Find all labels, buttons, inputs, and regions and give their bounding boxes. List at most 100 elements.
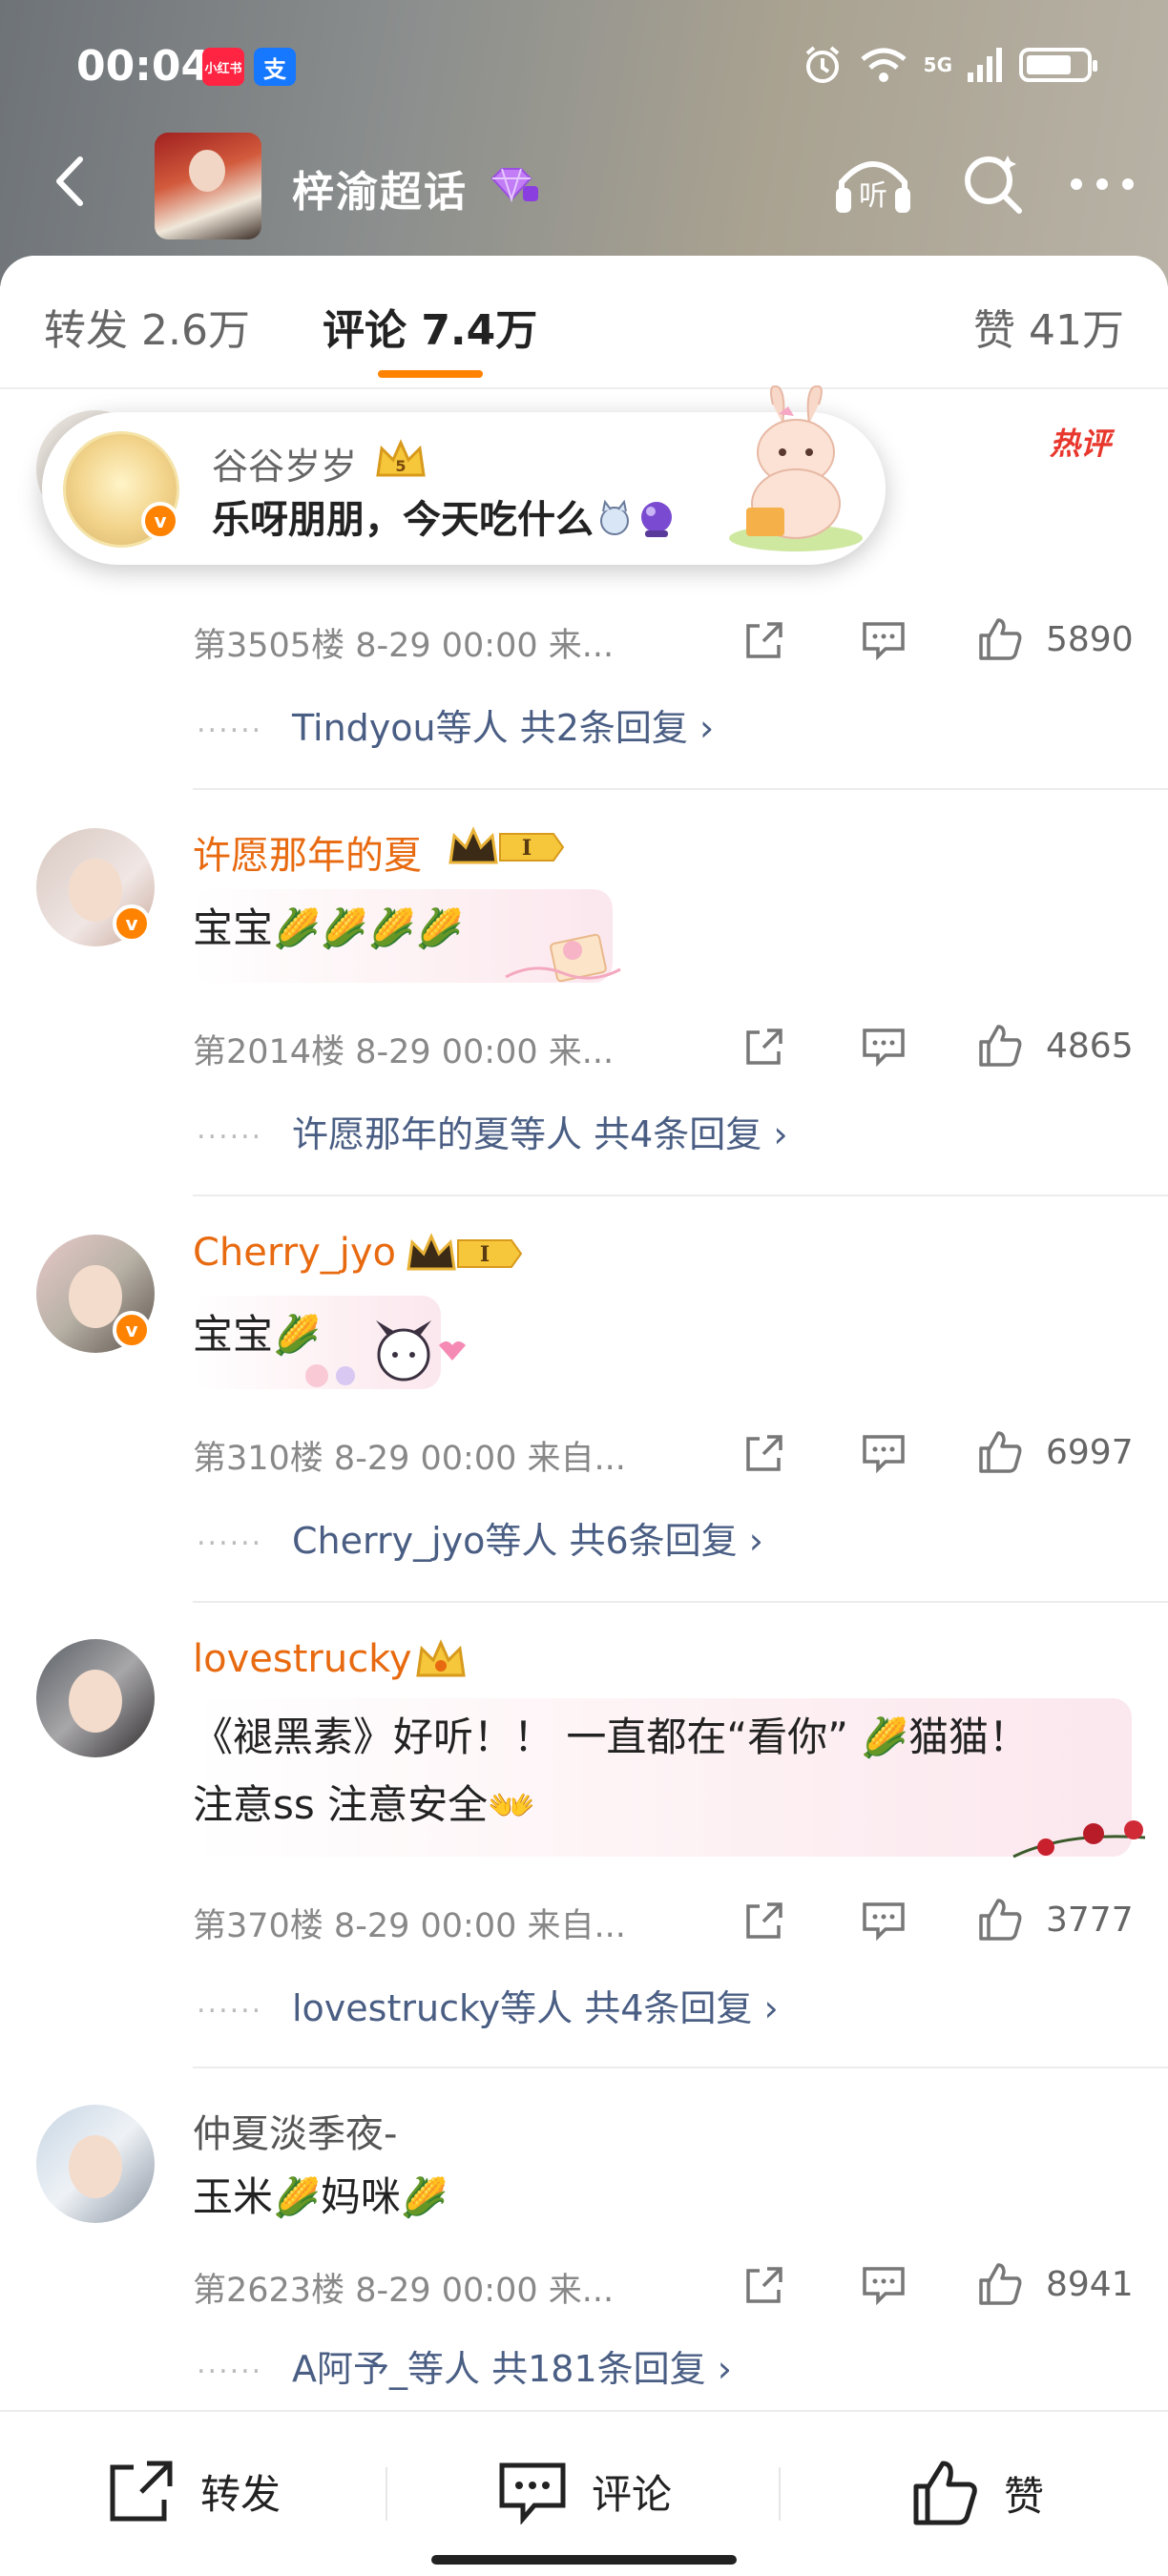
tab-like[interactable]: 赞 41万 — [973, 296, 1124, 357]
repost-icon[interactable] — [742, 618, 786, 662]
rose-sticker-icon — [1012, 1820, 1146, 1859]
repost-icon[interactable] — [742, 1899, 786, 1942]
toast-message: 乐呀朋朋，今天吃什么 — [212, 488, 678, 544]
svg-text:I: I — [480, 1242, 490, 1267]
open-hands-icon: 👐 — [488, 1784, 535, 1828]
repost-icon[interactable] — [742, 1431, 786, 1475]
comment-button[interactable]: 评论 — [496, 2458, 672, 2524]
comments-card: 转发 2.6万 评论 7.4万 赞 41万 — [0, 256, 1168, 2576]
bottom-action-bar: 转发 评论 赞 — [0, 2410, 1168, 2576]
repost-icon[interactable] — [742, 1025, 786, 1069]
repost-button[interactable]: 转发 — [107, 2458, 281, 2524]
like-icon[interactable] — [975, 614, 1025, 664]
search-icon[interactable] — [958, 150, 1027, 218]
tab-repost[interactable]: 转发 2.6万 — [44, 296, 250, 357]
like-count: 3777 — [1046, 1901, 1134, 1940]
comment-text: 玉米🌽妈咪🌽 — [193, 2164, 448, 2232]
comment-text-content: 宝宝 — [193, 904, 274, 951]
comment-username[interactable]: lovestrucky — [193, 1637, 412, 1681]
corn-icon: 🌽 — [273, 907, 321, 951]
avatar[interactable] — [36, 1639, 155, 1757]
chevron-right-icon: › — [699, 707, 715, 749]
comment-text: 《褪黑素》好听！！ 一直都在“看你” 🌽猫猫！ 注意ss 注意安全👐 — [193, 1704, 1029, 1839]
chevron-right-icon: › — [763, 1987, 779, 2029]
verified-badge-icon: v — [113, 1311, 151, 1349]
purple-gem-icon — [490, 168, 538, 203]
home-indicator[interactable] — [431, 2555, 737, 2565]
vip-crown-icon: I — [448, 826, 565, 864]
like-icon[interactable] — [975, 1895, 1025, 1944]
bunny-sticker-icon — [729, 385, 863, 551]
status-time: 00:04 — [76, 42, 211, 91]
corn-icon: 🌽 — [367, 907, 416, 951]
wifi-icon — [861, 48, 907, 82]
reply-summary[interactable]: Tindyou等人 共2条回复 › — [292, 698, 714, 751]
crystal-ball-icon — [641, 502, 672, 537]
like-icon[interactable] — [975, 1021, 1025, 1070]
alipay-app-icon: 支 — [254, 48, 296, 86]
svg-text:5: 5 — [395, 457, 406, 475]
divider — [386, 2467, 387, 2521]
comment-username[interactable]: 许愿那年的夏 — [193, 824, 422, 880]
comment-divider — [193, 788, 1168, 790]
vip-crown-icon — [416, 1639, 466, 1677]
chevron-right-icon: › — [748, 1520, 763, 1562]
like-icon[interactable] — [975, 1427, 1025, 1477]
reply-count: 共181条回复 — [491, 2348, 706, 2390]
friend-comment-toast[interactable]: v 谷谷岁岁 5 乐呀朋朋，今天吃什么 — [42, 385, 886, 565]
comment-username[interactable]: 仲夏淡季夜- — [193, 2103, 397, 2158]
topic-title[interactable]: 梓渝超话 — [292, 157, 468, 218]
like-button[interactable]: 赞 — [910, 2458, 1044, 2528]
nav-bar: 梓渝超话 听 — [0, 129, 1168, 239]
corn-icon: 🌽 — [273, 2176, 321, 2220]
toast-username: 谷谷岁岁 — [212, 446, 358, 488]
reply-summary[interactable]: A阿予_等人 共181条回复 › — [292, 2339, 732, 2392]
comment-meta: 第370楼 8-29 00:00 来自... — [193, 1907, 626, 1945]
like-count: 4865 — [1046, 1027, 1134, 1066]
reply-summary[interactable]: lovestrucky等人 共4条回复 › — [292, 1979, 779, 2031]
comment-icon[interactable] — [861, 1899, 907, 1942]
chevron-right-icon: › — [773, 1113, 788, 1155]
hot-comment-tag: 热评 — [1049, 426, 1111, 462]
comment-username[interactable]: Cherry_jyo — [193, 1231, 396, 1275]
chevron-right-icon: › — [717, 2348, 732, 2390]
comment-icon[interactable] — [861, 618, 907, 662]
like-count: 8941 — [1046, 2265, 1134, 2304]
verified-badge-icon: v — [141, 502, 179, 540]
reply-users: A阿予_等人 — [292, 2348, 480, 2390]
comment-icon[interactable] — [861, 2263, 907, 2307]
avatar[interactable] — [36, 2105, 155, 2223]
comment-text-content: 宝宝 — [193, 1311, 274, 1358]
listen-headphones-icon[interactable]: 听 — [830, 148, 916, 220]
tab-comment[interactable]: 评论 7.4万 — [323, 296, 537, 357]
comment-icon[interactable] — [861, 1431, 907, 1475]
comment-meta: 第2014楼 8-29 00:00 来... — [193, 1033, 615, 1071]
like-count: 5890 — [1046, 620, 1134, 659]
topic-avatar[interactable] — [155, 133, 261, 239]
like-icon[interactable] — [975, 2259, 1025, 2309]
reply-count: 共2条回复 — [519, 707, 688, 749]
corn-icon: 🌽 — [320, 907, 368, 951]
repost-icon[interactable] — [742, 2263, 786, 2307]
reply-dots: ...... — [197, 1986, 263, 2020]
reply-count: 共4条回复 — [594, 1113, 762, 1155]
reply-dots: ...... — [197, 1519, 263, 1552]
comment-text-content: 注意ss 注意安全 — [193, 1781, 489, 1828]
comment-meta: 第2623楼 8-29 00:00 来... — [193, 2272, 615, 2310]
reply-count: 共4条回复 — [584, 1987, 753, 2029]
reply-summary[interactable]: 许愿那年的夏等人 共4条回复 › — [292, 1105, 788, 1157]
comment-text-content: 《褪黑素》好听！！ 一直都在“看你” — [193, 1714, 862, 1760]
reply-summary[interactable]: Cherry_jyo等人 共6条回复 › — [292, 1511, 763, 1564]
comment-icon[interactable] — [861, 1025, 907, 1069]
xiaohongshu-app-icon: 小红书 — [202, 48, 244, 86]
comment-icon — [499, 2462, 566, 2524]
comment-divider — [193, 2067, 1168, 2068]
comment-meta: 第310楼 8-29 00:00 来自... — [193, 1440, 626, 1478]
network-label: 5G — [923, 53, 952, 76]
status-icons: 5G — [802, 44, 1097, 86]
more-options-icon[interactable] — [1069, 175, 1136, 194]
battery-icon — [1019, 48, 1097, 82]
back-arrow-icon[interactable] — [38, 148, 105, 215]
kuromi-sticker-icon — [305, 1320, 466, 1387]
comment-label: 评论 — [592, 2470, 673, 2518]
